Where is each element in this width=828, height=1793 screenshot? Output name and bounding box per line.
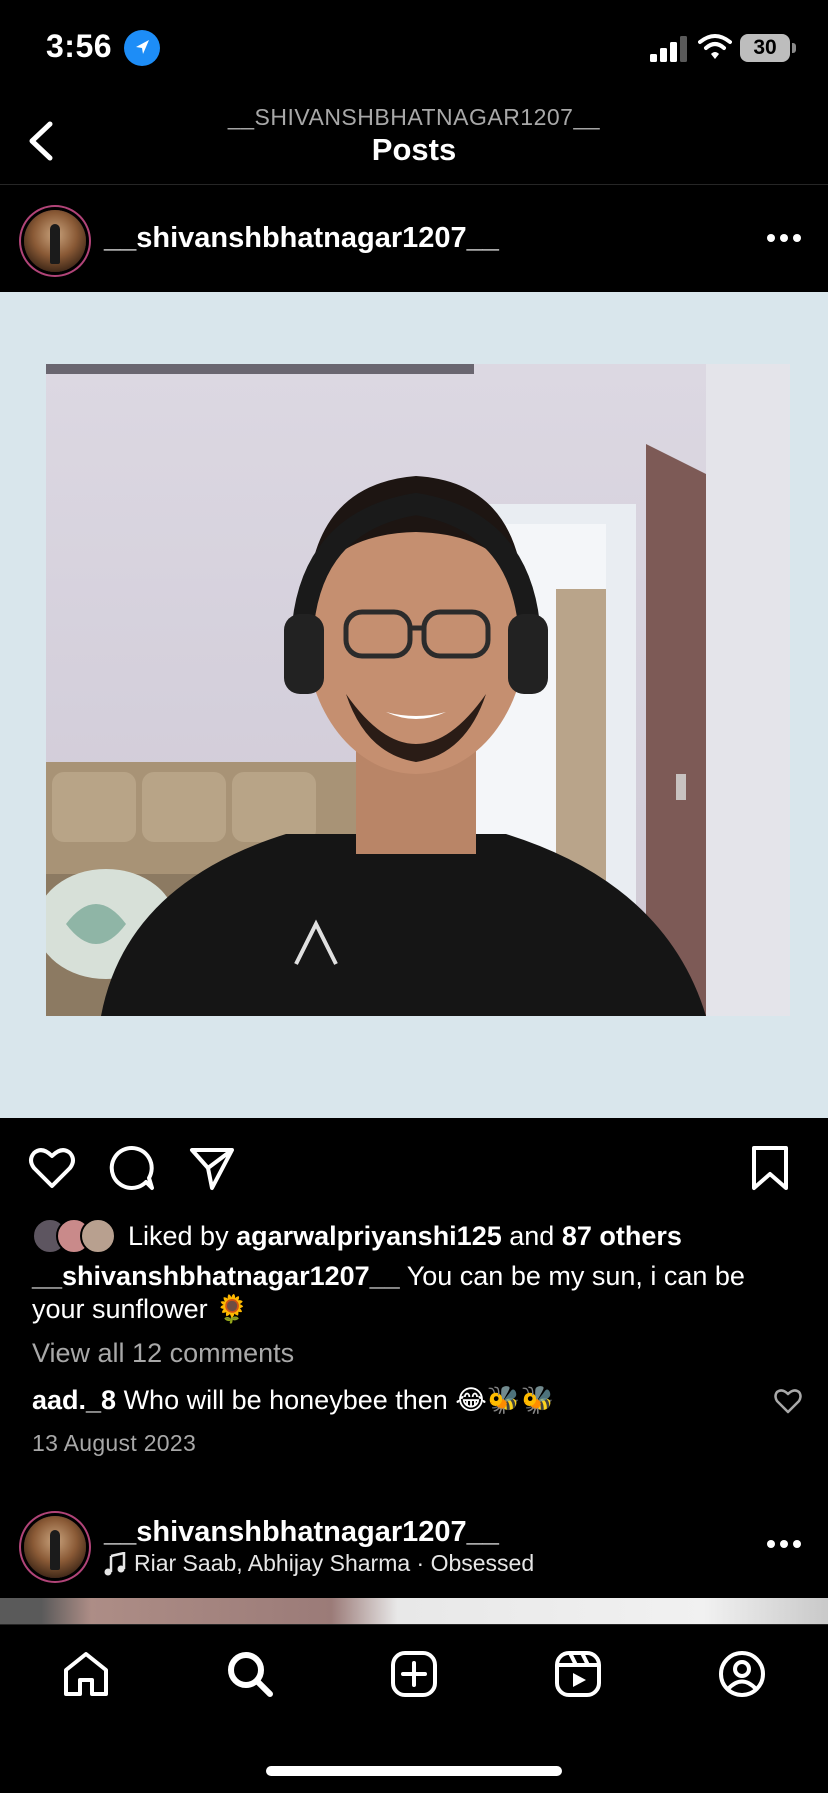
location-arrow-icon [124,30,160,66]
next-post-music[interactable]: Riar Saab, Abhijay Sharma · Obsessed [104,1550,534,1577]
comment-icon[interactable] [108,1144,156,1192]
photo-illustration [46,364,790,1016]
profile-icon[interactable] [716,1648,768,1700]
battery-tip [792,43,796,53]
liker-avatars [32,1218,120,1254]
caption-username[interactable]: __shivanshbhatnagar1207__ [32,1261,400,1291]
liker-avatar [80,1218,116,1254]
avatar-figure [50,224,60,264]
reels-icon[interactable] [552,1648,604,1700]
post-photo[interactable] [46,364,790,1016]
home-indicator[interactable] [266,1766,562,1776]
create-post-icon[interactable] [388,1648,440,1700]
next-post-avatar[interactable] [24,1516,86,1578]
view-all-comments-link[interactable]: View all 12 comments [32,1338,294,1369]
battery-icon: 30 [740,34,790,62]
avatar[interactable] [24,210,86,272]
home-icon[interactable] [60,1648,112,1700]
next-post-username[interactable]: __shivanshbhatnagar1207__ [104,1516,499,1549]
bookmark-icon[interactable] [746,1144,794,1192]
share-icon[interactable] [188,1144,236,1192]
music-note-icon [104,1551,126,1575]
status-time: 3:56 [46,28,113,64]
next-post-more-icon[interactable] [766,1539,802,1549]
cellular-signal-icon [650,36,687,62]
comment-row: aad._8 Who will be honeybee then 😂🐝🐝 [32,1384,554,1416]
liked-others[interactable]: 87 others [562,1221,682,1252]
liked-prefix: Liked by [128,1220,229,1251]
header-divider [0,184,828,185]
search-icon[interactable] [224,1648,276,1700]
comment-username[interactable]: aad._8 [32,1385,116,1415]
liked-and: and [509,1220,555,1251]
next-post-music-text: Riar Saab, Abhijay Sharma · Obsessed [134,1550,535,1576]
liked-by-row[interactable]: Liked by agarwalpriyanshi125 and 87 othe… [32,1218,682,1254]
post-caption: __shivanshbhatnagar1207__ You can be my … [32,1260,802,1326]
more-horizontal-icon[interactable] [766,233,802,243]
liked-username[interactable]: agarwalpriyanshi125 [236,1221,502,1252]
header-username: __SHIVANSHBHATNAGAR1207__ [227,104,601,130]
next-post-image-peek[interactable] [0,1598,828,1624]
avatar-figure [50,1530,60,1570]
comment-text: Who will be honeybee then 😂🐝🐝 [123,1385,555,1415]
wifi-icon [698,34,732,59]
like-heart-icon[interactable] [28,1144,76,1192]
post-username[interactable]: __shivanshbhatnagar1207__ [104,222,499,255]
comment-like-heart-icon[interactable] [774,1388,802,1414]
page-title: Posts [371,132,457,167]
post-date: 13 August 2023 [32,1430,197,1456]
